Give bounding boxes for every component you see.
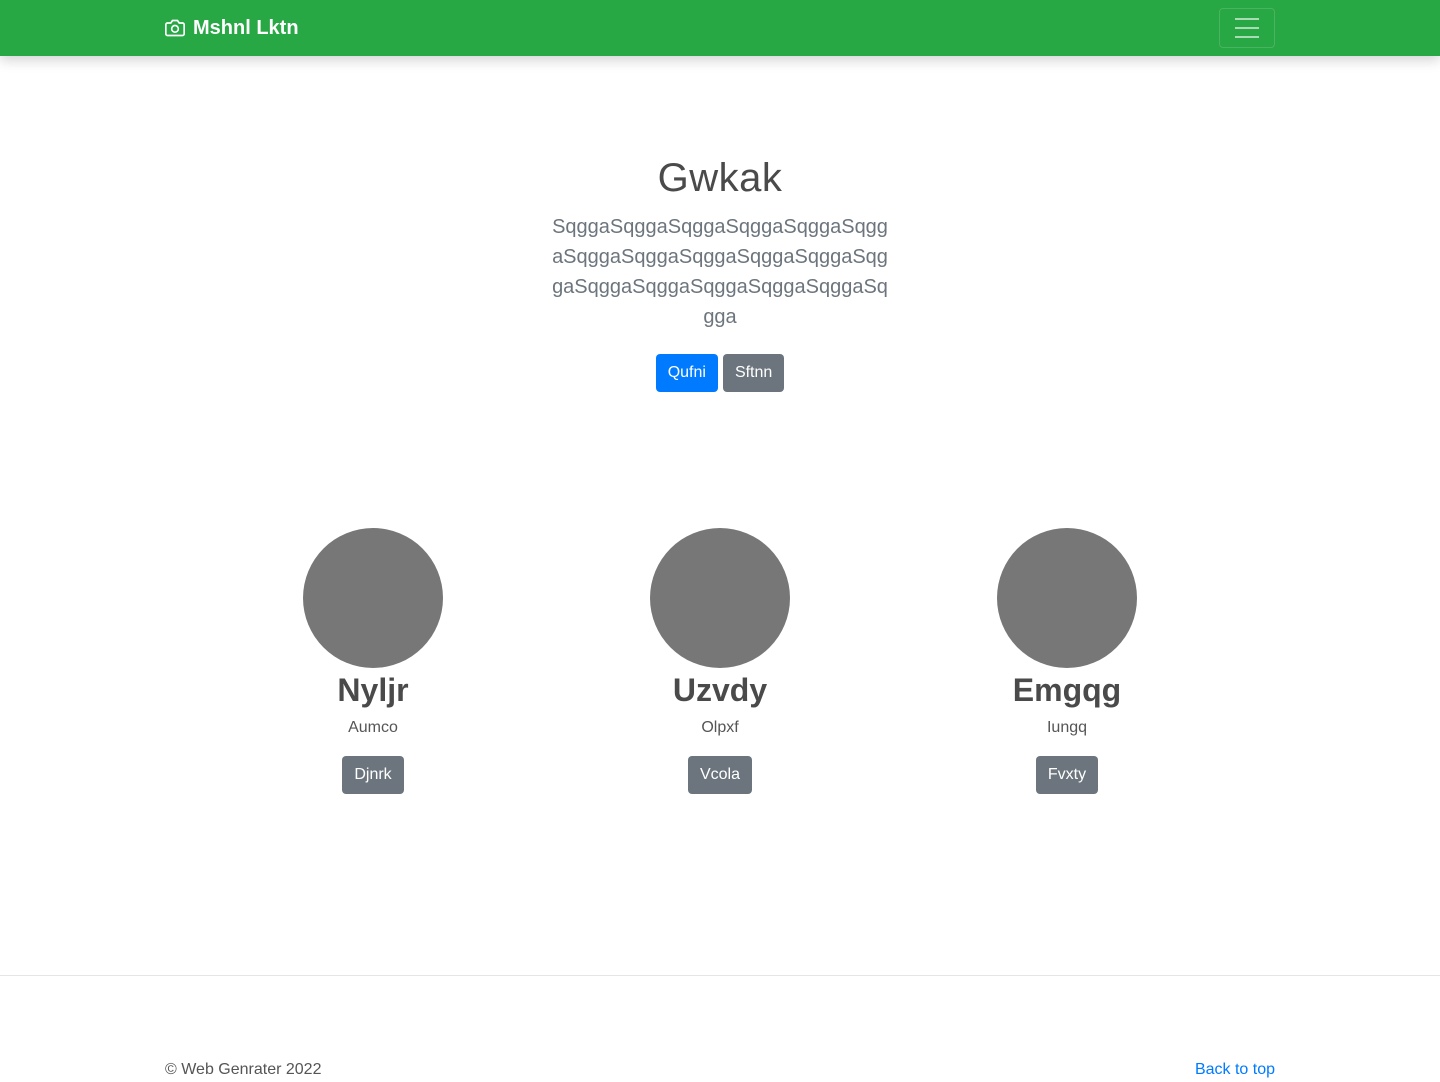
hero-title: Gwkak [657,156,783,200]
member-role: Iungq [1046,719,1088,736]
member-role: Olpxf [701,719,739,736]
team-member-card: Emgqg Iungq Fvxty [917,528,1217,794]
hero-section: Gwkak SqggaSqggaSqggaSqggaSqggaSqggaSqgg… [0,150,1440,392]
avatar [997,528,1137,668]
back-to-top-link[interactable]: Back to top [1195,1058,1275,1082]
hamburger-menu-icon [1235,27,1259,29]
member-role: Aumco [348,719,398,736]
hero-actions: Qufni Sftnn [0,354,1440,392]
member-name: Nyljr [337,672,409,708]
member-name: Uzvdy [672,672,768,708]
member-name: Emgqg [1012,672,1122,708]
primary-button[interactable]: Qufni [655,354,718,392]
footer-divider [0,975,1440,976]
navbar-toggler-button[interactable] [1219,8,1275,48]
camera-icon [165,19,185,37]
member-button[interactable]: Vcola [687,756,753,794]
avatar [303,528,443,668]
member-button[interactable]: Fvxty [1035,756,1099,794]
secondary-button[interactable]: Sftnn [722,354,785,392]
copyright-text: © Web Genrater 2022 [165,1061,322,1078]
hamburger-menu-icon [1235,36,1259,38]
member-button[interactable]: Djnrk [342,756,404,794]
hero-lead-text: SqggaSqggaSqggaSqggaSqggaSqggaSqggaSqgga… [552,216,888,328]
hamburger-menu-icon [1235,18,1259,20]
brand-name: Mshnl Lktn [193,17,299,39]
team-member-card: Nyljr Aumco Djnrk [223,528,523,794]
navbar: Mshnl Lktn [0,0,1440,56]
team-member-card: Uzvdy Olpxf Vcola [570,528,870,794]
brand-link[interactable]: Mshnl Lktn [165,16,299,40]
avatar [650,528,790,668]
